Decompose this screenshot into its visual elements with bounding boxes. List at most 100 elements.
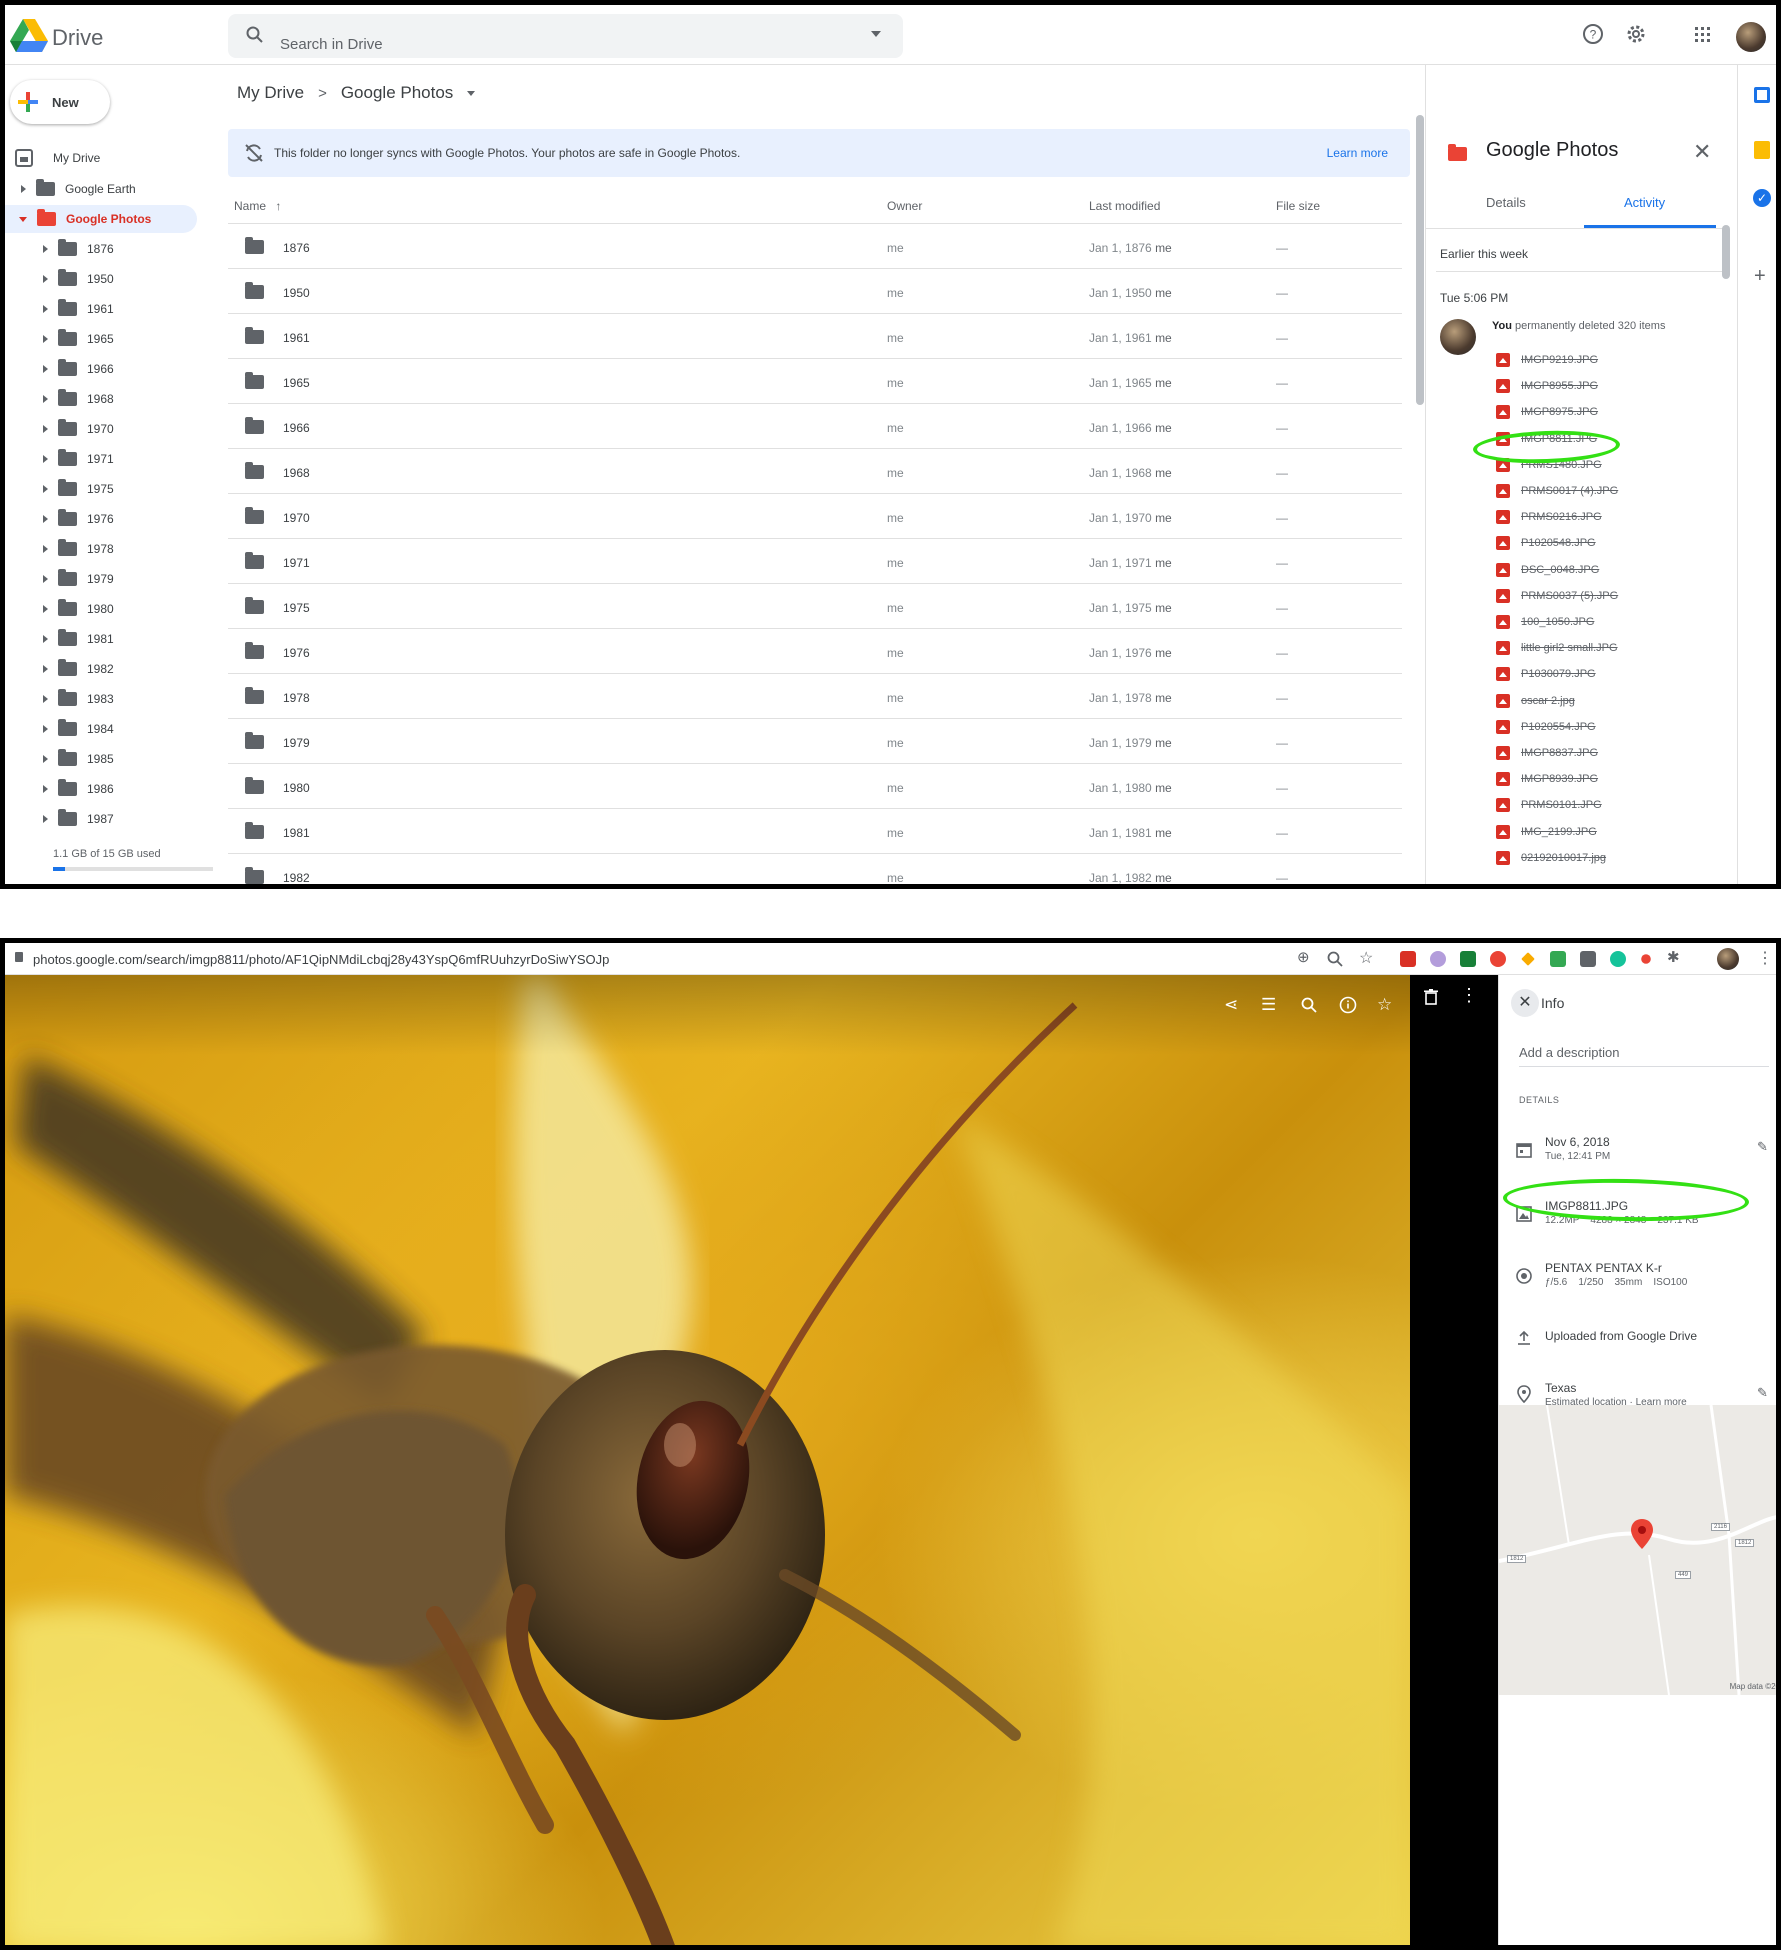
file-row[interactable]: 1950 me Jan 1, 1950 me — xyxy=(228,268,1402,313)
install-icon[interactable]: ⊕ xyxy=(1297,948,1310,966)
breadcrumb-my-drive[interactable]: My Drive xyxy=(237,83,304,103)
deleted-file-item[interactable]: IMG_2199.JPG xyxy=(1496,822,1597,842)
add-addon-icon[interactable]: + xyxy=(1754,265,1766,288)
sidebar-year-folder[interactable]: 1981 xyxy=(43,627,114,651)
sort-up-arrow-icon[interactable]: ↑ xyxy=(275,199,281,213)
deleted-file-item[interactable]: PRMS0037 (5).JPG xyxy=(1496,586,1618,606)
puzzle-extensions-icon[interactable]: ✱ xyxy=(1667,948,1680,966)
deleted-file-item[interactable]: IMGP8939.JPG xyxy=(1496,769,1598,789)
extension-icon-2[interactable] xyxy=(1430,951,1446,967)
chevron-down-icon[interactable] xyxy=(467,90,476,96)
file-row[interactable]: 1978 me Jan 1, 1978 me — xyxy=(228,673,1402,718)
keep-icon[interactable] xyxy=(1754,141,1770,159)
sidebar-year-folder[interactable]: 1984 xyxy=(43,717,114,741)
extension-icon-8[interactable] xyxy=(1610,951,1626,967)
sidebar-item-google-photos[interactable]: Google Photos xyxy=(19,207,151,231)
favorite-star-icon[interactable]: ☆ xyxy=(1377,995,1392,1015)
expand-arrow-icon[interactable] xyxy=(43,725,48,733)
close-icon[interactable]: ✕ xyxy=(1693,139,1711,165)
sidebar-year-folder[interactable]: 1979 xyxy=(43,567,114,591)
deleted-file-item[interactable]: DSC_0048.JPG xyxy=(1496,560,1599,580)
column-header-name[interactable]: Name ↑ xyxy=(234,199,281,213)
sidebar-year-folder[interactable]: 1986 xyxy=(43,777,114,801)
sidebar-year-folder[interactable]: 1970 xyxy=(43,417,114,441)
search-bar[interactable]: Search in Drive xyxy=(228,14,903,58)
expand-arrow-icon[interactable] xyxy=(43,395,48,403)
share-icon[interactable]: ⋖ xyxy=(1224,995,1238,1015)
deleted-file-item[interactable]: oscar 2.jpg xyxy=(1496,691,1575,711)
deleted-file-item[interactable]: PRMS0017 (4).JPG xyxy=(1496,481,1618,501)
sidebar-year-folder[interactable]: 1876 xyxy=(43,237,114,261)
file-list-scrollbar[interactable] xyxy=(1416,115,1424,405)
search-placeholder[interactable]: Search in Drive xyxy=(280,36,383,53)
delete-trash-icon[interactable] xyxy=(1424,989,1438,1005)
edit-location-pencil-icon[interactable]: ✎ xyxy=(1757,1385,1768,1401)
extension-icon-6[interactable] xyxy=(1550,951,1566,967)
sidebar-year-folder[interactable]: 1961 xyxy=(43,297,114,321)
sidebar-year-folder[interactable]: 1987 xyxy=(43,807,114,831)
expand-arrow-icon[interactable] xyxy=(43,635,48,643)
collapse-arrow-icon[interactable] xyxy=(19,216,27,222)
zoom-icon[interactable] xyxy=(1327,951,1343,967)
edit-date-pencil-icon[interactable]: ✎ xyxy=(1757,1139,1768,1155)
expand-arrow-icon[interactable] xyxy=(21,185,26,193)
column-header-owner[interactable]: Owner xyxy=(887,199,922,213)
new-button[interactable]: New xyxy=(10,80,110,124)
deleted-file-item[interactable]: IMGP8975.JPG xyxy=(1496,402,1598,422)
deleted-file-item[interactable]: 100_1050.JPG xyxy=(1496,612,1594,632)
expand-arrow-icon[interactable] xyxy=(43,575,48,583)
expand-arrow-icon[interactable] xyxy=(43,815,48,823)
expand-arrow-icon[interactable] xyxy=(43,785,48,793)
expand-arrow-icon[interactable] xyxy=(43,695,48,703)
close-info-button[interactable]: ✕ xyxy=(1511,989,1539,1017)
file-row[interactable]: 1966 me Jan 1, 1966 me — xyxy=(228,403,1402,448)
more-options-icon[interactable]: ⋮ xyxy=(1460,985,1478,1006)
file-row[interactable]: 1981 me Jan 1, 1981 me — xyxy=(228,808,1402,853)
expand-arrow-icon[interactable] xyxy=(43,755,48,763)
sidebar-year-folder[interactable]: 1983 xyxy=(43,687,114,711)
settings-gear-icon[interactable] xyxy=(1625,23,1647,45)
expand-arrow-icon[interactable] xyxy=(43,275,48,283)
file-row[interactable]: 1975 me Jan 1, 1975 me — xyxy=(228,583,1402,628)
sidebar-item-my-drive[interactable]: My Drive xyxy=(15,146,100,170)
file-row[interactable]: 1876 me Jan 1, 1876 me — xyxy=(228,223,1402,268)
edit-adjust-icon[interactable]: ☰ xyxy=(1261,995,1276,1015)
sidebar-year-folder[interactable]: 1968 xyxy=(43,387,114,411)
deleted-file-item[interactable]: IMGP8837.JPG xyxy=(1496,743,1598,763)
calendar-icon[interactable] xyxy=(1754,87,1770,103)
deleted-file-item[interactable]: P1020548.JPG xyxy=(1496,533,1596,553)
sidebar-year-folder[interactable]: 1971 xyxy=(43,447,114,471)
file-row[interactable]: 1980 me Jan 1, 1980 me — xyxy=(228,763,1402,808)
extension-icon-7[interactable] xyxy=(1580,951,1596,967)
file-row[interactable]: 1979 me Jan 1, 1979 me — xyxy=(228,718,1402,763)
expand-arrow-icon[interactable] xyxy=(43,245,48,253)
sidebar-year-folder[interactable]: 1982 xyxy=(43,657,114,681)
deleted-file-item[interactable]: PRMS0101.JPG xyxy=(1496,795,1602,815)
deleted-file-item[interactable]: P1020554.JPG xyxy=(1496,717,1596,737)
deleted-file-item[interactable]: 02192010017.jpg xyxy=(1496,848,1606,868)
file-row[interactable]: 1961 me Jan 1, 1961 me — xyxy=(228,313,1402,358)
account-avatar[interactable] xyxy=(1736,22,1766,52)
expand-arrow-icon[interactable] xyxy=(43,665,48,673)
extension-icon-3[interactable] xyxy=(1460,951,1476,967)
browser-profile-avatar[interactable] xyxy=(1717,948,1739,970)
sidebar-year-folder[interactable]: 1966 xyxy=(43,357,114,381)
expand-arrow-icon[interactable] xyxy=(43,425,48,433)
tasks-icon[interactable]: ✓ xyxy=(1753,189,1771,207)
expand-arrow-icon[interactable] xyxy=(43,605,48,613)
column-header-modified[interactable]: Last modified xyxy=(1089,199,1160,213)
location-map[interactable]: 2116 1812 1812 449 Map data ©20 xyxy=(1499,1405,1776,1695)
sidebar-year-folder[interactable]: 1950 xyxy=(43,267,114,291)
browser-menu-icon[interactable]: ⋮ xyxy=(1757,948,1773,968)
help-icon[interactable]: ? xyxy=(1582,23,1604,45)
sidebar-year-folder[interactable]: 1975 xyxy=(43,477,114,501)
file-row[interactable]: 1965 me Jan 1, 1965 me — xyxy=(228,358,1402,403)
panel-scrollbar[interactable] xyxy=(1722,225,1730,279)
sidebar-year-folder[interactable]: 1965 xyxy=(43,327,114,351)
file-row[interactable]: 1971 me Jan 1, 1971 me — xyxy=(228,538,1402,583)
apps-grid-icon[interactable] xyxy=(1695,27,1711,43)
deleted-file-item[interactable]: little girl2 small.JPG xyxy=(1496,638,1618,658)
deleted-file-item[interactable]: IMGP8955.JPG xyxy=(1496,376,1598,396)
tab-activity[interactable]: Activity xyxy=(1624,195,1665,210)
extension-icon-5[interactable] xyxy=(1521,952,1535,966)
